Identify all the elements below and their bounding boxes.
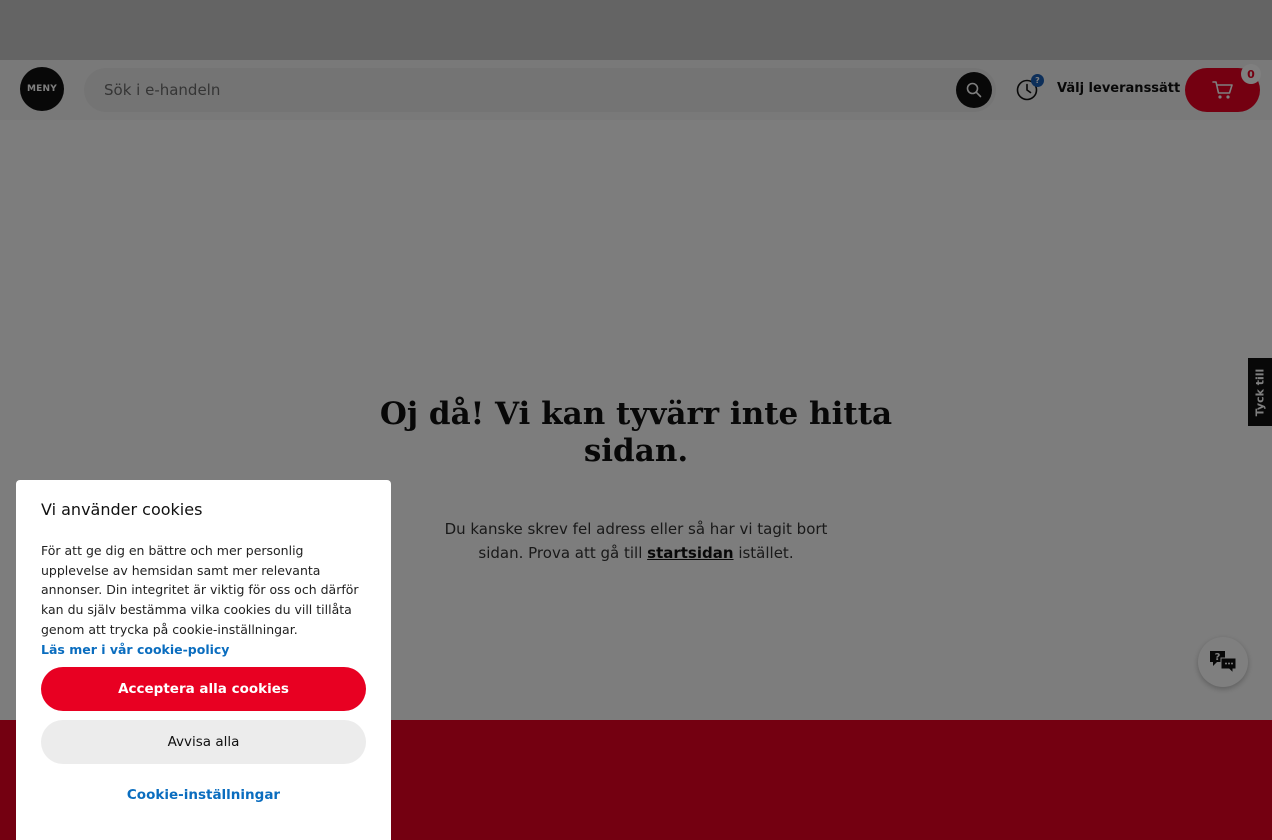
reject-all-button[interactable]: Avvisa alla [41,720,366,764]
cookie-description: För att ge dig en bättre och mer personl… [41,541,371,659]
cookie-title: Vi använder cookies [41,500,203,519]
accept-all-cookies-button[interactable]: Acceptera alla cookies [41,667,366,711]
cookie-dialog: Vi använder cookies För att ge dig en bä… [16,480,391,840]
cookie-settings-button[interactable]: Cookie-inställningar [41,773,366,817]
cookie-body-text: För att ge dig en bättre och mer personl… [41,543,359,637]
cookie-policy-link[interactable]: Läs mer i vår cookie-policy [41,640,371,660]
